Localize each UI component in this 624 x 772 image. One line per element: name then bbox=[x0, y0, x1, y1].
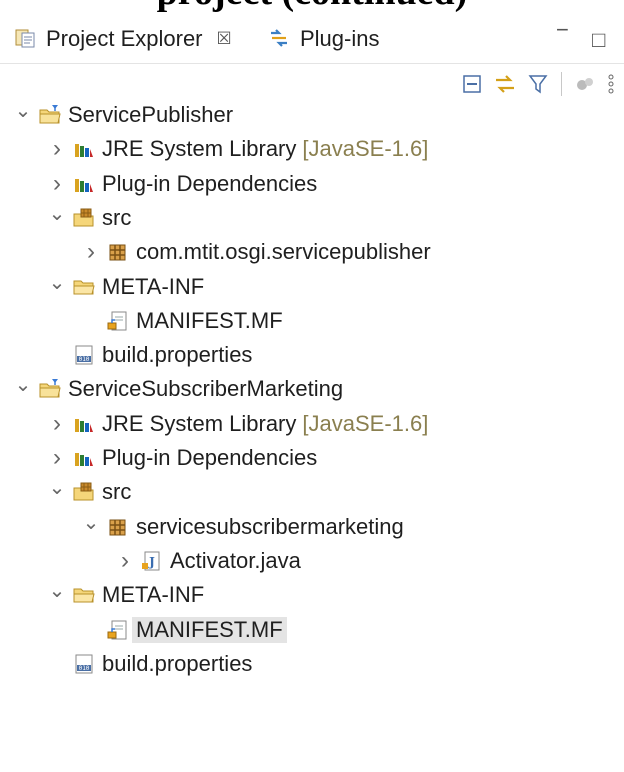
source-folder-icon bbox=[72, 480, 96, 504]
chevron-right-icon[interactable]: › bbox=[46, 444, 68, 472]
tree-item[interactable]: MANIFEST.MF bbox=[80, 613, 287, 647]
plugin-project-icon bbox=[38, 377, 62, 401]
link-with-editor-icon[interactable] bbox=[493, 73, 517, 95]
chevron-right-icon[interactable]: › bbox=[46, 410, 68, 438]
tree-item[interactable]: › com.mtit.osgi.servicepublisher bbox=[80, 235, 431, 269]
package-icon bbox=[106, 240, 130, 264]
tree-item-label: JRE System Library bbox=[102, 410, 297, 436]
chevron-down-icon[interactable]: ⌄ bbox=[46, 204, 68, 224]
project-explorer-icon bbox=[14, 27, 38, 51]
tree-item-label: src bbox=[102, 479, 132, 505]
svg-text:J: J bbox=[148, 555, 155, 569]
tree-item[interactable]: › Plug-in Dependencies bbox=[46, 167, 317, 201]
tree-item[interactable]: 010 build.properties bbox=[46, 338, 252, 372]
chevron-right-icon[interactable]: › bbox=[80, 238, 102, 266]
tab-label: Project Explorer bbox=[46, 26, 203, 51]
tree-item[interactable]: 010 build.properties bbox=[46, 647, 252, 681]
tab-project-explorer[interactable]: Project Explorer ☒ bbox=[10, 21, 232, 57]
view-toolbar bbox=[461, 66, 616, 102]
tree-item[interactable]: ⌄ src bbox=[46, 475, 132, 509]
tree-item[interactable]: ⌄ META-INF bbox=[46, 578, 205, 612]
toolbar-separator bbox=[561, 72, 562, 96]
tree-item-label: build.properties bbox=[102, 342, 253, 368]
chevron-right-icon[interactable]: › bbox=[46, 170, 68, 198]
svg-text:010: 010 bbox=[79, 356, 90, 363]
focus-icon[interactable] bbox=[574, 73, 596, 95]
folder-icon bbox=[72, 275, 96, 299]
chevron-down-icon[interactable]: ⌄ bbox=[46, 581, 68, 601]
manifest-icon bbox=[106, 618, 130, 642]
tree-item-label: src bbox=[102, 204, 132, 230]
java-file-icon: J bbox=[140, 549, 164, 573]
chevron-down-icon[interactable]: ⌄ bbox=[46, 273, 68, 293]
tree-item[interactable]: › JRE System Library [JavaSE-1.6] bbox=[46, 132, 428, 166]
tree-item-label: META-INF bbox=[102, 582, 205, 608]
tree-item[interactable]: › JRE System Library [JavaSE-1.6] bbox=[46, 407, 428, 441]
tree-item-decoration: [JavaSE-1.6] bbox=[302, 136, 429, 162]
chevron-down-icon[interactable]: ⌄ bbox=[46, 478, 68, 498]
filter-icon[interactable] bbox=[527, 73, 549, 95]
plugin-project-icon bbox=[38, 103, 62, 127]
tree-item[interactable]: ⌄ ServiceSubscriberMarketing bbox=[12, 372, 344, 406]
library-icon bbox=[72, 172, 96, 196]
tree-item[interactable]: MANIFEST.MF bbox=[80, 304, 283, 338]
tree-item-label: META-INF bbox=[102, 273, 205, 299]
tree-item-label: MANIFEST.MF bbox=[136, 307, 283, 333]
library-icon bbox=[72, 137, 96, 161]
chevron-down-icon[interactable]: ⌄ bbox=[80, 513, 102, 533]
tree-item-label: ServicePublisher bbox=[68, 102, 234, 127]
tree-item-label: Activator.java bbox=[170, 547, 301, 573]
tree-item-label: Plug-in Dependencies bbox=[102, 445, 318, 470]
tab-label: Plug-ins bbox=[300, 26, 380, 51]
svg-text:010: 010 bbox=[79, 665, 90, 672]
tree-item[interactable]: › J Activator.java bbox=[114, 544, 301, 578]
folder-icon bbox=[72, 583, 96, 607]
package-icon bbox=[106, 515, 130, 539]
chevron-down-icon[interactable]: ⌄ bbox=[12, 375, 34, 395]
chevron-right-icon[interactable]: › bbox=[46, 135, 68, 163]
tree-item-label: JRE System Library bbox=[102, 136, 297, 162]
heading-text: project (continued) bbox=[0, 0, 624, 12]
tree-item-label: com.mtit.osgi.servicepublisher bbox=[136, 239, 431, 265]
tree-item[interactable]: ⌄ META-INF bbox=[46, 270, 205, 304]
library-icon bbox=[72, 446, 96, 470]
tree-item[interactable]: › Plug-in Dependencies bbox=[46, 441, 317, 475]
tab-plugins[interactable]: Plug-ins bbox=[264, 21, 379, 57]
properties-file-icon: 010 bbox=[72, 652, 96, 676]
tree-item-label: Plug-in Dependencies bbox=[102, 170, 318, 196]
collapse-all-icon[interactable] bbox=[461, 73, 483, 95]
manifest-icon bbox=[106, 309, 130, 333]
tree-item[interactable]: ⌄ ServicePublisher bbox=[12, 98, 233, 132]
library-icon bbox=[72, 412, 96, 436]
plugins-icon bbox=[268, 27, 292, 51]
tree-item-label: build.properties bbox=[102, 650, 253, 676]
view-tab-bar: Project Explorer ☒ Plug-ins − □ bbox=[0, 13, 624, 64]
minimize-icon[interactable]: − bbox=[556, 17, 569, 43]
top-cropped-heading: project (continued) bbox=[0, 0, 624, 13]
source-folder-icon bbox=[72, 206, 96, 230]
tree-item-label: ServiceSubscriberMarketing bbox=[68, 376, 344, 402]
tree-item-label: servicesubscribermarketing bbox=[136, 513, 404, 539]
view-menu-icon[interactable] bbox=[606, 72, 616, 96]
tree-item[interactable]: ⌄ servicesubscribermarketing bbox=[80, 510, 404, 544]
maximize-icon[interactable]: □ bbox=[592, 27, 605, 53]
chevron-right-icon[interactable]: › bbox=[114, 547, 136, 575]
close-tab-icon[interactable]: ☒ bbox=[217, 29, 232, 49]
tree-item[interactable]: ⌄ src bbox=[46, 201, 132, 235]
properties-file-icon: 010 bbox=[72, 343, 96, 367]
tree-item-decoration: [JavaSE-1.6] bbox=[302, 410, 429, 436]
tree-item-label: MANIFEST.MF bbox=[132, 616, 287, 643]
chevron-down-icon[interactable]: ⌄ bbox=[12, 101, 34, 121]
